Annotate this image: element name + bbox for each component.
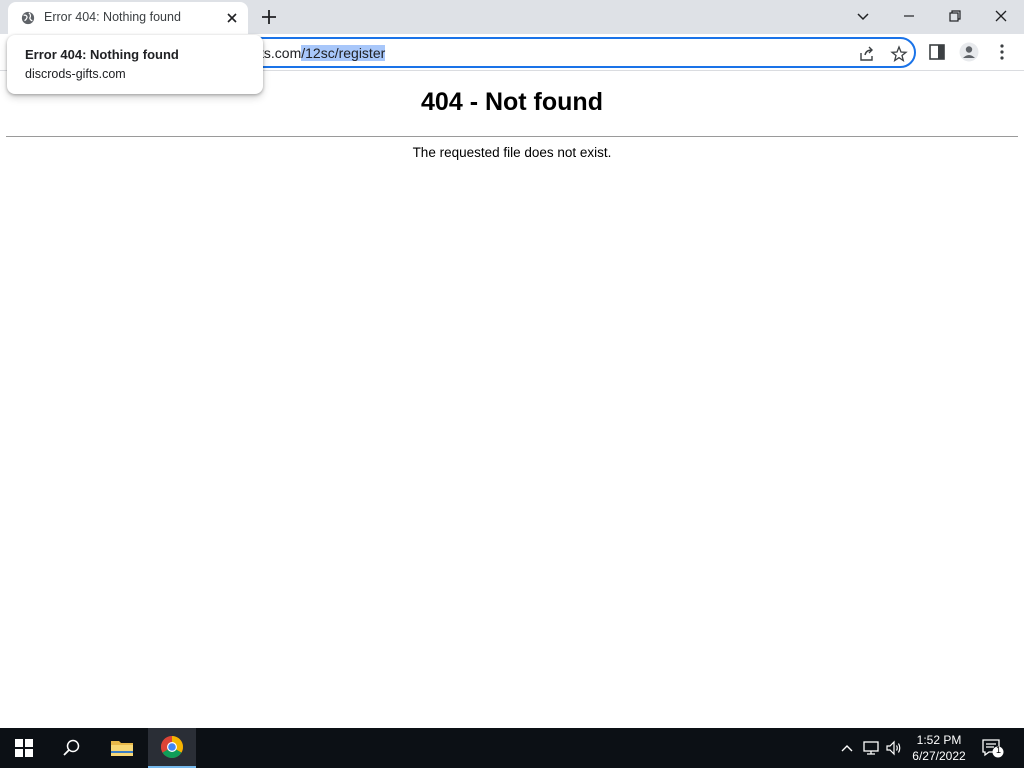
hover-card-title: Error 404: Nothing found (25, 47, 179, 62)
close-window-icon[interactable] (991, 6, 1011, 26)
new-tab-icon[interactable] (260, 8, 278, 26)
tab-search-chevron-icon[interactable] (853, 6, 873, 26)
system-clock[interactable]: 1:52 PM 6/27/2022 (905, 732, 973, 764)
action-center-button[interactable]: 1 (981, 737, 1005, 759)
search-button[interactable] (48, 728, 96, 768)
error-message: The requested file does not exist. (412, 145, 612, 160)
folder-icon (111, 741, 133, 756)
close-tab-icon[interactable] (224, 10, 240, 26)
browser-tab[interactable]: Error 404: Nothing found (8, 2, 248, 34)
network-icon[interactable] (861, 738, 881, 758)
url-selected-part: /12sc/register (301, 45, 386, 61)
chrome-icon (161, 736, 183, 758)
divider (6, 136, 1018, 137)
side-panel-icon[interactable] (927, 42, 947, 62)
share-icon[interactable] (858, 45, 876, 63)
clock-time: 1:52 PM (916, 733, 962, 747)
bookmark-star-icon[interactable] (890, 45, 908, 63)
url-text[interactable]: ts.com/12sc/register (260, 45, 386, 61)
page-content: 404 - Not found The requested file does … (0, 72, 1024, 728)
clock-date: 6/27/2022 (912, 749, 966, 763)
chrome-taskbar-button[interactable] (148, 728, 196, 768)
globe-icon (21, 11, 35, 25)
notification-count-badge: 1 (995, 745, 1001, 755)
tab-hover-card: Error 404: Nothing found discrods-gifts.… (7, 35, 263, 94)
tab-strip: Error 404: Nothing found (0, 0, 1024, 34)
profile-avatar-icon[interactable] (959, 42, 979, 62)
windows-logo-icon (15, 739, 33, 757)
search-icon (63, 739, 80, 756)
minimize-icon[interactable] (899, 6, 919, 26)
hover-card-domain: discrods-gifts.com (25, 67, 126, 81)
start-button[interactable] (0, 728, 48, 768)
tab-title: Error 404: Nothing found (44, 10, 181, 24)
show-hidden-icons-chevron-icon[interactable] (837, 738, 857, 758)
file-explorer-button[interactable] (98, 728, 146, 768)
more-menu-icon[interactable] (992, 42, 1012, 62)
restore-icon[interactable] (945, 6, 965, 26)
url-visible-part: ts.com (260, 45, 302, 61)
volume-icon[interactable] (884, 738, 904, 758)
windows-taskbar: 1:52 PM 6/27/2022 1 (0, 728, 1024, 768)
